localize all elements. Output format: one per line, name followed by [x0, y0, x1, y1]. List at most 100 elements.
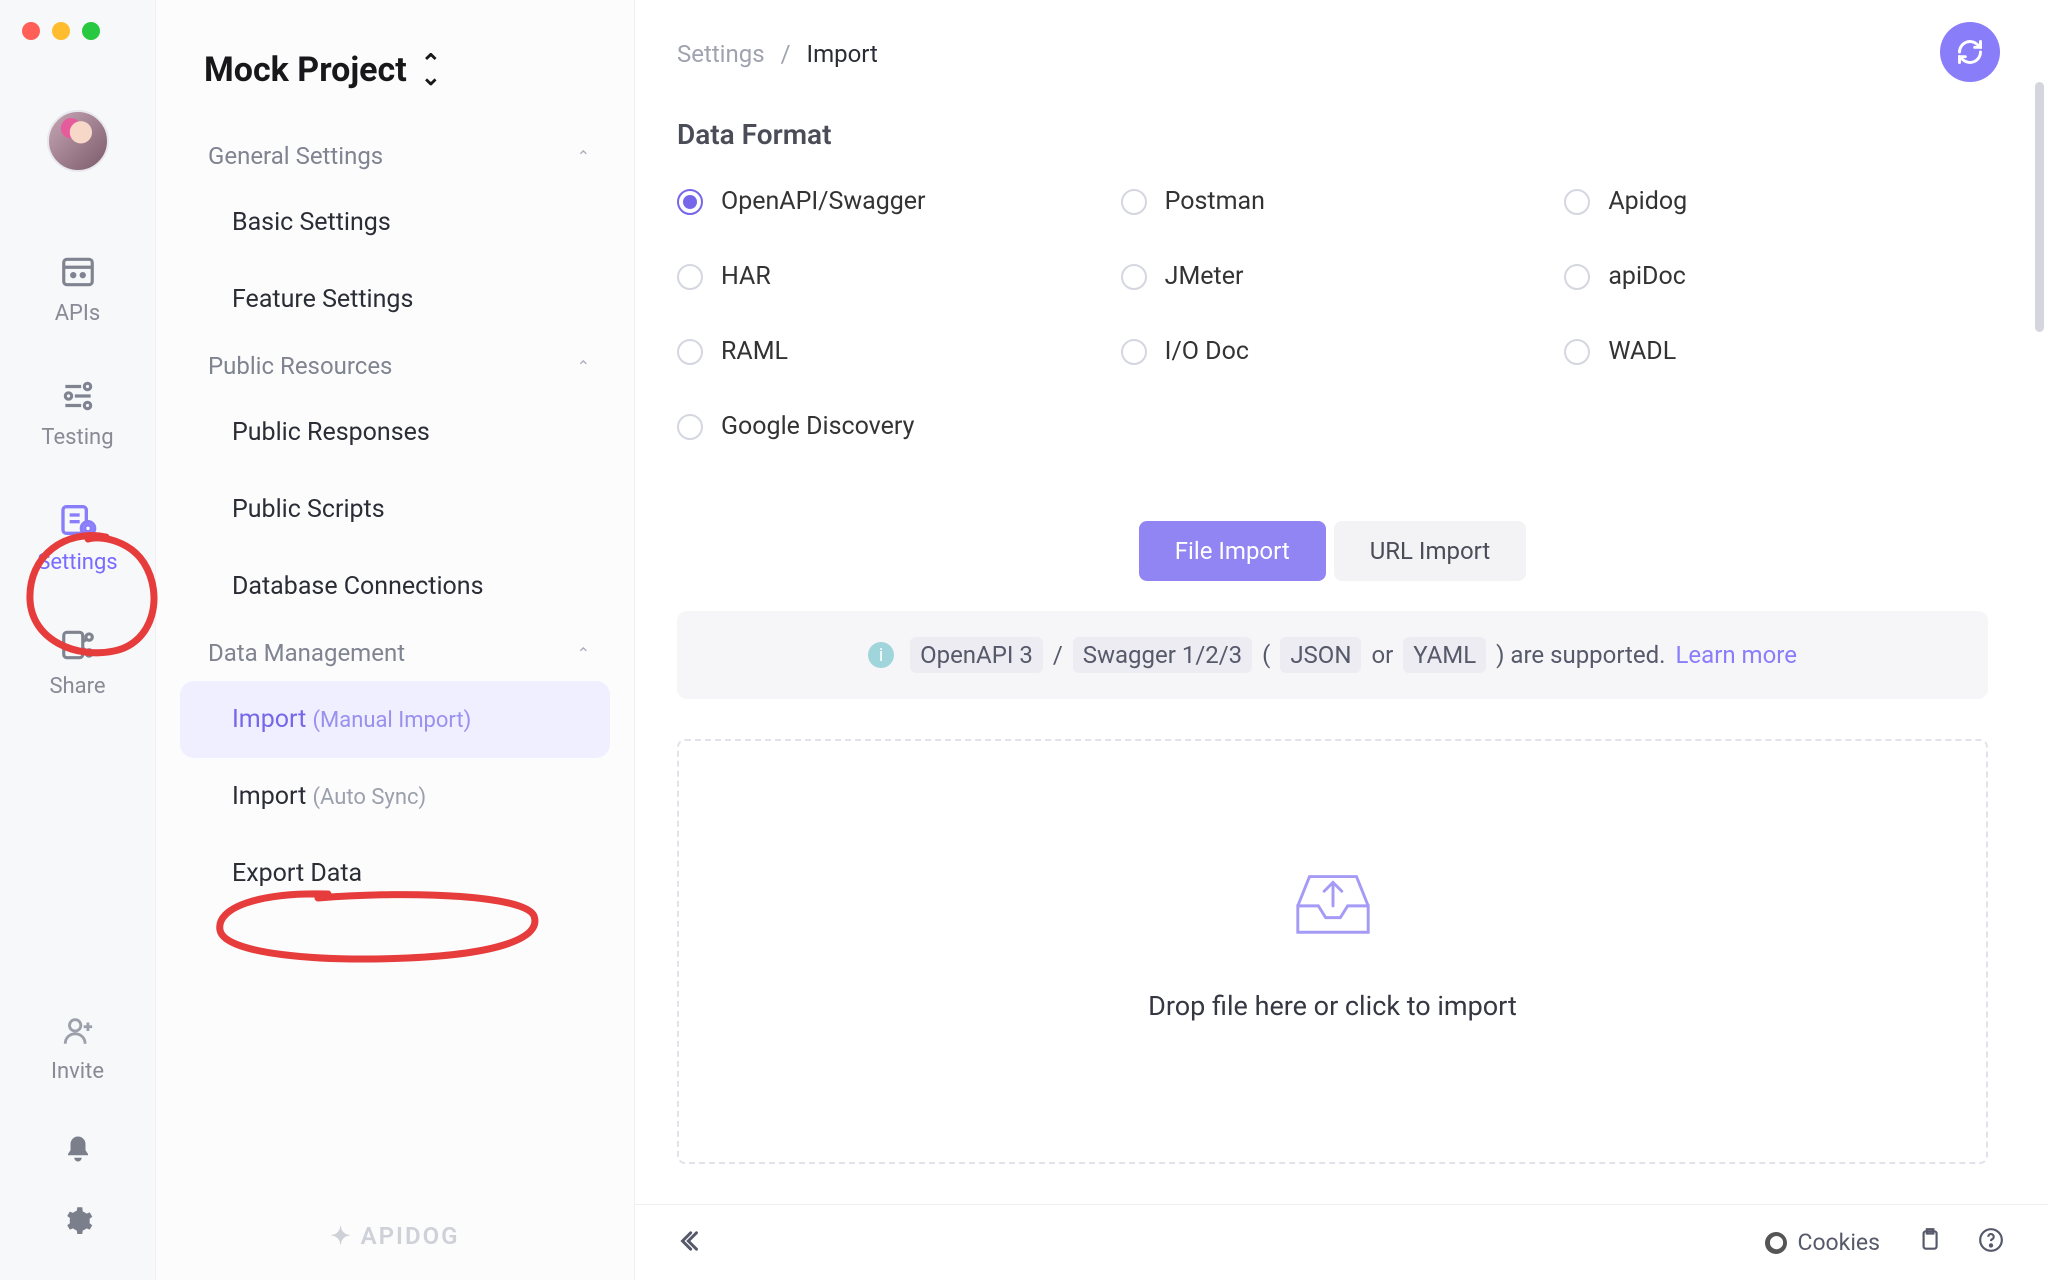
- apidog-brand-logo: ✦ APIDOG: [180, 1192, 610, 1280]
- notifications-icon[interactable]: [63, 1134, 93, 1168]
- radio-iodoc[interactable]: I/O Doc: [1121, 337, 1545, 366]
- tab-url-import[interactable]: URL Import: [1334, 521, 1527, 581]
- radio-dot-icon: [1121, 339, 1147, 365]
- file-dropzone[interactable]: Drop file here or click to import: [677, 739, 1988, 1164]
- breadcrumb-current: Import: [807, 40, 878, 68]
- rail-invite-label: Invite: [0, 1059, 155, 1084]
- breadcrumb-sep: /: [781, 40, 791, 68]
- apidog-brand-text: APIDOG: [361, 1222, 460, 1250]
- rail-testing[interactable]: Testing: [0, 356, 155, 480]
- cookie-icon: ⬤: [1765, 1232, 1787, 1254]
- project-title-text: Mock Project: [204, 50, 407, 90]
- settings-sidebar: Mock Project ⌃⌄ General Settings ⌃ Basic…: [155, 0, 635, 1280]
- radio-postman[interactable]: Postman: [1121, 187, 1545, 216]
- radio-google[interactable]: Google Discovery: [677, 412, 1101, 441]
- rail-share[interactable]: Share: [0, 605, 155, 729]
- clipboard-icon[interactable]: [1916, 1227, 1942, 1259]
- nav-import-manual[interactable]: Import (Manual Import): [180, 681, 610, 758]
- radio-dot-icon: [677, 339, 703, 365]
- tab-file-import[interactable]: File Import: [1139, 521, 1326, 581]
- nav-public-scripts[interactable]: Public Scripts: [180, 471, 610, 548]
- radio-wadl[interactable]: WADL: [1564, 337, 1988, 366]
- chip-swagger: Swagger 1/2/3: [1073, 637, 1252, 673]
- window-traffic-lights: [22, 22, 100, 40]
- radio-raml[interactable]: RAML: [677, 337, 1101, 366]
- radio-dot-icon: [1564, 189, 1590, 215]
- chevron-updown-icon: ⌃⌄: [421, 56, 441, 85]
- radio-jmeter[interactable]: JMeter: [1121, 262, 1545, 291]
- cookies-label: Cookies: [1797, 1229, 1880, 1256]
- section-public[interactable]: Public Resources ⌃: [180, 338, 610, 394]
- scrollbar-thumb[interactable]: [2035, 82, 2044, 332]
- share-icon: [56, 623, 100, 667]
- nav-feature-settings[interactable]: Feature Settings: [180, 261, 610, 338]
- nav-public-responses[interactable]: Public Responses: [180, 394, 610, 471]
- nav-import-auto[interactable]: Import (Auto Sync): [180, 758, 610, 835]
- invite-icon: [56, 1009, 100, 1053]
- import-tabbar: File Import URL Import: [1139, 521, 1526, 581]
- radio-har[interactable]: HAR: [677, 262, 1101, 291]
- info-or: or: [1371, 641, 1393, 669]
- inbox-upload-icon: [1289, 861, 1377, 939]
- rail-testing-label: Testing: [0, 425, 155, 450]
- dropzone-text: Drop file here or click to import: [699, 990, 1966, 1022]
- avatar[interactable]: [47, 110, 109, 172]
- nav-import-auto-label: Import: [232, 782, 306, 811]
- radio-dot-icon: [677, 264, 703, 290]
- section-public-label: Public Resources: [208, 352, 392, 380]
- radio-dot-icon: [1121, 189, 1147, 215]
- chip-yaml: YAML: [1403, 637, 1486, 673]
- radio-wadl-label: WADL: [1608, 337, 1676, 366]
- nav-import-manual-label: Import: [232, 705, 306, 734]
- info-lparen: (: [1262, 641, 1270, 669]
- rail-settings[interactable]: Settings: [0, 480, 155, 605]
- nav-import-manual-hint: (Manual Import): [312, 708, 471, 733]
- nav-export-data[interactable]: Export Data: [180, 835, 610, 912]
- help-icon[interactable]: [1978, 1227, 2004, 1259]
- chevron-up-icon: ⌃: [577, 147, 590, 166]
- collapse-sidebar-button[interactable]: [679, 1227, 707, 1259]
- radio-iodoc-label: I/O Doc: [1165, 337, 1249, 366]
- section-data-label: Data Management: [208, 639, 405, 667]
- rail-apis[interactable]: APIs: [0, 232, 155, 356]
- radio-openapi-label: OpenAPI/Swagger: [721, 187, 926, 216]
- nav-db-connections[interactable]: Database Connections: [180, 548, 610, 625]
- radio-dot-icon: [1564, 264, 1590, 290]
- breadcrumb: Settings / Import: [677, 40, 1988, 68]
- chip-openapi3: OpenAPI 3: [910, 637, 1043, 673]
- testing-icon: [56, 374, 100, 418]
- apidog-logo-icon: ✦: [331, 1222, 353, 1250]
- cookies-button[interactable]: ⬤ Cookies: [1765, 1229, 1880, 1256]
- nav-import-auto-hint: (Auto Sync): [312, 785, 426, 810]
- section-data[interactable]: Data Management ⌃: [180, 625, 610, 681]
- apis-icon: [56, 250, 100, 294]
- info-rparen: ) are supported.: [1496, 641, 1665, 669]
- chevron-up-icon: ⌃: [577, 644, 590, 663]
- left-rail: APIs Testing Settings: [0, 0, 155, 1280]
- learn-more-link[interactable]: Learn more: [1676, 641, 1797, 669]
- section-general[interactable]: General Settings ⌃: [180, 128, 610, 184]
- radio-openapi[interactable]: OpenAPI/Swagger: [677, 187, 1101, 216]
- radio-google-label: Google Discovery: [721, 412, 914, 441]
- refresh-button[interactable]: [1940, 22, 2000, 82]
- radio-apidog[interactable]: Apidog: [1564, 187, 1988, 216]
- chip-json: JSON: [1280, 637, 1361, 673]
- settings-icon: [56, 498, 100, 542]
- radio-dot-icon: [677, 189, 703, 215]
- maximize-window-dot[interactable]: [82, 22, 100, 40]
- radio-dot-icon: [1564, 339, 1590, 365]
- minimize-window-dot[interactable]: [52, 22, 70, 40]
- radio-apidoc[interactable]: apiDoc: [1564, 262, 1988, 291]
- breadcrumb-root[interactable]: Settings: [677, 40, 765, 68]
- rail-share-label: Share: [0, 674, 155, 699]
- gear-icon[interactable]: [63, 1206, 93, 1240]
- project-switcher[interactable]: Mock Project ⌃⌄: [180, 50, 610, 90]
- info-icon: i: [868, 642, 894, 668]
- close-window-dot[interactable]: [22, 22, 40, 40]
- rail-invite[interactable]: Invite: [0, 991, 155, 1134]
- radio-har-label: HAR: [721, 262, 771, 291]
- nav-basic-settings[interactable]: Basic Settings: [180, 184, 610, 261]
- rail-settings-label: Settings: [0, 550, 155, 575]
- radio-jmeter-label: JMeter: [1165, 262, 1244, 291]
- radio-dot-icon: [1121, 264, 1147, 290]
